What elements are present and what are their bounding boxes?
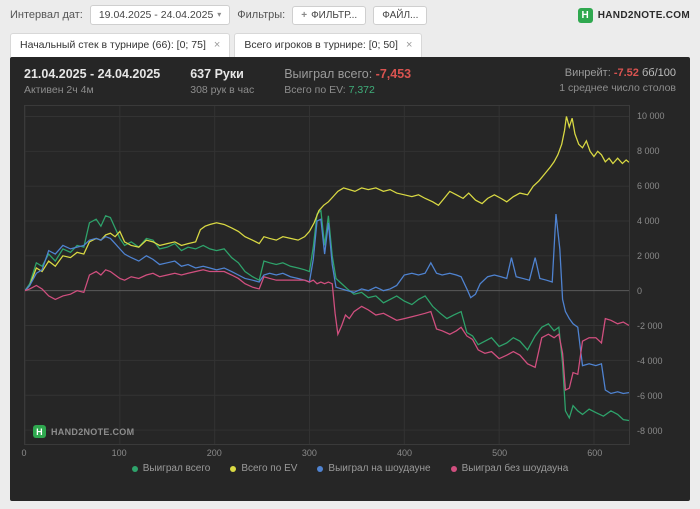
winrate-value: -7.52 xyxy=(613,67,639,79)
hand2note-logo-icon: H xyxy=(33,425,46,438)
x-tick-label: 200 xyxy=(206,448,222,458)
hands-group: 637 Руки 308 рук в час xyxy=(190,67,254,96)
filters-label: Фильтры: xyxy=(237,9,286,21)
legend-dot-icon xyxy=(230,465,237,472)
winrate-unit: бб/100 xyxy=(641,67,676,79)
chart-watermark: H HAND2NOTE.COM xyxy=(33,425,134,438)
y-tick-label: 10 000 xyxy=(637,110,665,121)
avg-tables: 1 среднее число столов xyxy=(559,82,676,94)
y-tick-label: 8 000 xyxy=(637,145,660,156)
chart-area: H HAND2NOTE.COM 0 100 200 300 400 500 600 10 0… xyxy=(21,105,676,459)
add-filter-button-label: ФИЛЬТР... xyxy=(311,9,358,21)
legend-dot-icon xyxy=(131,465,138,472)
y-tick-label: -4 000 xyxy=(637,355,663,366)
y-tick-label: -8 000 xyxy=(637,425,663,436)
legend-label: Выиграл на шоудауне xyxy=(328,463,431,474)
date-range-value: 19.04.2025 - 24.04.2025 xyxy=(98,9,214,21)
watermark-text: HAND2NOTE.COM xyxy=(51,426,135,437)
x-tick-label: 600 xyxy=(587,448,603,458)
legend-label: Выиграл всего xyxy=(142,463,211,474)
winrate-line: Винрейт: -7.52 бб/100 xyxy=(559,67,676,79)
winnings-group: Выиграл всего: -7,453 Всего по EV: 7,372 xyxy=(284,67,411,96)
interval-label: Интервал дат: xyxy=(10,9,83,21)
y-tick-label: 6 000 xyxy=(637,180,660,191)
chevron-down-icon: ▾ xyxy=(217,10,222,19)
won-total-label: Выиграл всего: xyxy=(284,67,373,81)
y-tick-label: -6 000 xyxy=(637,390,663,401)
x-tick-label: 500 xyxy=(492,448,508,458)
date-range-group: 21.04.2025 - 24.04.2025 Активен 2ч 4м xyxy=(24,67,160,96)
y-tick-label: -2 000 xyxy=(637,320,663,331)
chart-legend: Выиграл всего Всего по EV Выиграл на шоуда… xyxy=(24,463,676,474)
hand2note-logo-icon: H xyxy=(577,7,593,23)
panel-header: 21.04.2025 - 24.04.2025 Активен 2ч 4м 63… xyxy=(24,67,676,96)
legend-item[interactable]: Выиграл на шоудауне xyxy=(317,463,431,474)
brand-text: HAND2NOTE.COM xyxy=(597,9,690,21)
ev-label: Всего по EV: xyxy=(284,84,346,96)
file-button-label: ФАЙЛ... xyxy=(382,9,419,21)
y-tick-label: 0 xyxy=(637,285,643,296)
panel-date-range: 21.04.2025 - 24.04.2025 xyxy=(24,67,161,81)
won-total-line: Выиграл всего: -7,453 xyxy=(284,67,411,81)
legend-item[interactable]: Всего по EV xyxy=(230,463,297,474)
x-tick-label: 400 xyxy=(397,448,413,458)
chart-plot[interactable]: H HAND2NOTE.COM xyxy=(24,105,630,445)
won-total-value: -7,453 xyxy=(375,67,412,81)
x-axis-labels: 0 100 200 300 400 500 600 xyxy=(21,445,630,459)
plus-icon: + xyxy=(301,9,308,21)
y-axis-labels: 10 000 8 000 6 000 4 000 2 000 0 -2 000 -4 000 -… xyxy=(630,105,676,445)
y-tick-label: 2 000 xyxy=(637,250,660,261)
brand: H HAND2NOTE.COM xyxy=(577,7,690,23)
filter-tab-players[interactable]: Всего игроков в турнире: [0; 50] × xyxy=(234,33,423,57)
x-tick-label: 100 xyxy=(111,448,127,458)
legend-item[interactable]: Выиграл всего xyxy=(131,463,211,474)
filter-tab-label: Начальный стек в турнире (66): [0; 75] xyxy=(20,39,206,51)
legend-item[interactable]: Выиграл без шоудауна xyxy=(450,463,569,474)
x-tick-label: 0 xyxy=(21,448,27,458)
file-button[interactable]: ФАЙЛ... xyxy=(373,5,428,25)
legend-dot-icon xyxy=(317,465,324,472)
close-icon[interactable]: × xyxy=(214,39,220,51)
top-toolbar: Интервал дат: 19.04.2025 - 24.04.2025 ▾ … xyxy=(0,0,700,30)
x-tick-label: 300 xyxy=(301,448,317,458)
ev-line: Всего по EV: 7,372 xyxy=(284,84,411,96)
filter-tabs: Начальный стек в турнире (66): [0; 75] ×… xyxy=(0,30,700,57)
filter-tab-stack[interactable]: Начальный стек в турнире (66): [0; 75] × xyxy=(10,33,231,57)
y-tick-label: 4 000 xyxy=(637,215,660,226)
winrate-group: Винрейт: -7.52 бб/100 1 среднее число ст… xyxy=(559,67,676,94)
winrate-label: Винрейт: xyxy=(564,67,611,79)
hands-count: 637 Руки xyxy=(190,67,244,81)
legend-label: Всего по EV xyxy=(241,463,298,474)
ev-value: 7,372 xyxy=(348,84,375,96)
close-icon[interactable]: × xyxy=(406,39,412,51)
chart-canvas xyxy=(25,106,629,444)
active-time: Активен 2ч 4м xyxy=(24,84,94,96)
add-filter-button[interactable]: + ФИЛЬТР... xyxy=(292,5,367,25)
report-panel: 21.04.2025 - 24.04.2025 Активен 2ч 4м 63… xyxy=(10,57,690,501)
filter-tab-label: Всего игроков в турнире: [0; 50] xyxy=(244,39,398,51)
legend-dot-icon xyxy=(450,465,457,472)
legend-label: Выиграл без шоудауна xyxy=(461,463,569,474)
hands-per-hour: 308 рук в час xyxy=(190,84,255,96)
date-range-dropdown[interactable]: 19.04.2025 - 24.04.2025 ▾ xyxy=(89,5,231,25)
